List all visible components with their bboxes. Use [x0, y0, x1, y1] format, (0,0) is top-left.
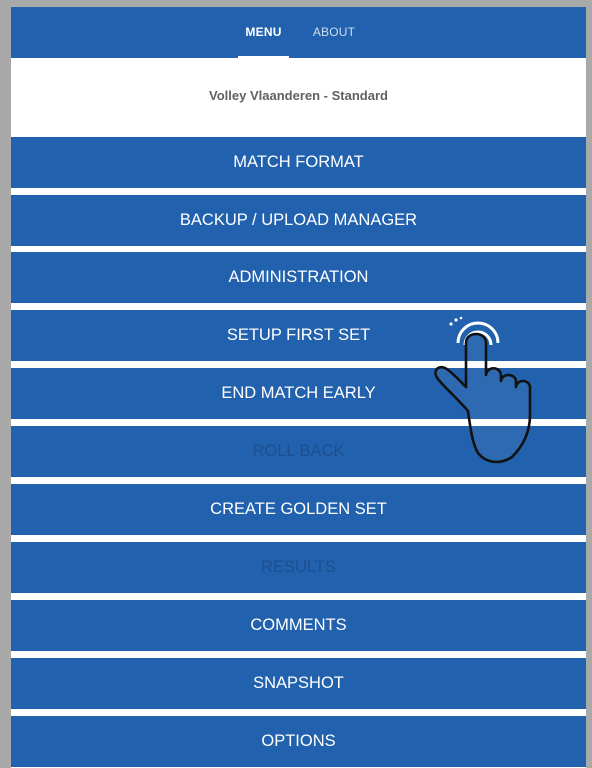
tab-about[interactable]: ABOUT	[308, 7, 360, 58]
match-format-button[interactable]: MATCH FORMAT	[11, 137, 586, 188]
administration-button[interactable]: ADMINISTRATION	[11, 252, 586, 303]
subtitle-bar: Volley Vlaanderen - Standard	[11, 58, 586, 138]
snapshot-button[interactable]: SNAPSHOT	[11, 658, 586, 709]
roll-back-button: ROLL BACK	[11, 426, 586, 477]
tab-menu[interactable]: MENU	[238, 7, 289, 58]
options-button[interactable]: OPTIONS	[11, 716, 586, 767]
tab-bar: MENU ABOUT	[11, 7, 586, 59]
setup-first-set-button[interactable]: SETUP FIRST SET	[11, 310, 586, 361]
backup-upload-manager-button[interactable]: BACKUP / UPLOAD MANAGER	[11, 195, 586, 246]
results-button: RESULTS	[11, 542, 586, 593]
create-golden-set-button[interactable]: CREATE GOLDEN SET	[11, 484, 586, 535]
comments-button[interactable]: COMMENTS	[11, 600, 586, 651]
app-frame: MENU ABOUT Volley Vlaanderen - Standard …	[11, 7, 586, 768]
end-match-early-button[interactable]: END MATCH EARLY	[11, 368, 586, 419]
match-format-subtitle: Volley Vlaanderen - Standard	[209, 88, 388, 103]
